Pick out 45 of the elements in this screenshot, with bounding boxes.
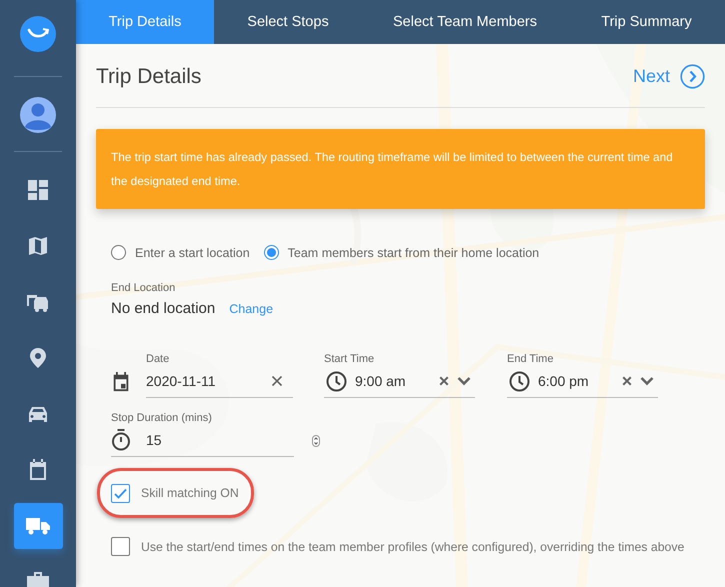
field-label: End Time: [507, 353, 554, 365]
clear-icon[interactable]: [271, 375, 283, 387]
stop-duration-field[interactable]: 15: [111, 424, 294, 457]
clear-icon[interactable]: [622, 376, 632, 386]
calendar-icon: [111, 372, 131, 392]
clock-icon: [509, 370, 530, 392]
checkbox[interactable]: [111, 537, 130, 556]
checkbox-label: Use the start/end times on the team member profiles (where configured), overriding the times above: [141, 540, 684, 554]
stopwatch-icon: [111, 429, 131, 451]
vehicles-icon: [26, 292, 50, 312]
page-title: Trip Details: [96, 64, 202, 88]
sidebar-nav-button[interactable]: [14, 503, 62, 549]
end-location-value: No end location: [111, 300, 216, 317]
chevron-down-icon[interactable]: [457, 376, 471, 386]
clear-icon[interactable]: [439, 376, 449, 386]
calendar-icon: [28, 459, 48, 481]
warning-alert: The trip start time has already passed. The routing timeframe will be limited to between the current time and the designated end time.: [96, 129, 705, 209]
checkbox-label: Skill matching ON: [141, 486, 239, 500]
tab[interactable]: Select Team Members: [362, 0, 568, 44]
tab[interactable]: Select Stops: [214, 0, 362, 44]
radio-label: Team members start from their home location: [288, 246, 540, 260]
truck-icon: [26, 517, 50, 535]
logo-icon[interactable]: [20, 16, 56, 52]
field-label: Date: [146, 353, 170, 365]
radio-button[interactable]: [111, 245, 126, 260]
field-label: Stop Duration (mins): [111, 412, 213, 424]
radio-label: Enter a start location: [135, 246, 250, 260]
car-icon: [28, 405, 48, 423]
date-field[interactable]: 2020-11-11: [146, 365, 293, 398]
time-field[interactable]: 9:00 am: [324, 365, 475, 398]
checkbox[interactable]: [111, 484, 130, 502]
radio-button[interactable]: [264, 245, 279, 260]
chevron-down-icon[interactable]: [640, 376, 654, 386]
dashboard-icon: [28, 180, 48, 200]
map-icon: [28, 236, 48, 256]
field-label: End Location: [111, 282, 176, 294]
field-label: Start Time: [324, 353, 376, 365]
tab[interactable]: Trip Summary: [568, 0, 725, 44]
chevron-circle-icon: [680, 64, 705, 89]
time-field[interactable]: 6:00 pm: [507, 365, 658, 398]
spinner-icon[interactable]: [312, 434, 320, 446]
pin-icon: [30, 348, 46, 368]
clock-icon: [326, 370, 347, 392]
briefcase-icon: [27, 572, 49, 587]
avatar-icon[interactable]: [20, 97, 56, 133]
